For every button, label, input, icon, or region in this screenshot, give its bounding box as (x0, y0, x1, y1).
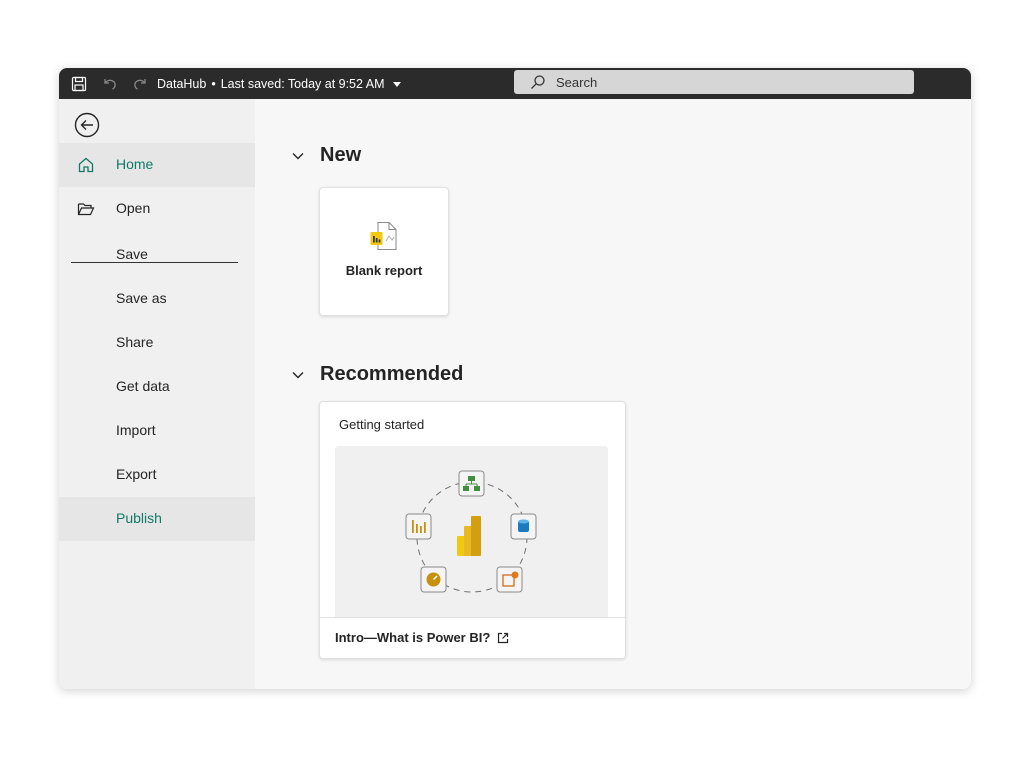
sidebar-item-publish[interactable]: Publish (59, 497, 255, 541)
card-title: Getting started (339, 417, 425, 432)
save-icon[interactable] (70, 75, 88, 93)
sidebar-item-open[interactable]: Open (59, 187, 255, 231)
sidebar-item-home[interactable]: Home (59, 143, 255, 187)
search-box[interactable]: Search (514, 70, 914, 94)
back-button[interactable] (73, 111, 101, 139)
section-recommended-header[interactable]: Recommended (291, 363, 463, 386)
report-document-icon (370, 222, 397, 250)
sidebar-item-import[interactable]: Import (59, 409, 255, 453)
sidebar-item-save[interactable]: Save (59, 233, 255, 277)
database-icon (510, 513, 537, 540)
blank-report-card[interactable]: Blank report (319, 187, 449, 316)
search-icon (531, 75, 545, 89)
power-bi-logo-icon (457, 516, 481, 556)
title-separator: • (211, 77, 216, 91)
add-visual-icon (496, 566, 523, 593)
search-placeholder: Search (556, 74, 598, 90)
title-bar: DataHub • Last saved: Today at 9:52 AM S… (59, 68, 971, 99)
sidebar-item-label: Share (116, 334, 154, 350)
chevron-down-icon (292, 152, 304, 159)
redo-icon[interactable] (131, 75, 149, 93)
sidebar-item-label: Export (116, 466, 157, 482)
getting-started-card[interactable]: Getting started Intro—What is Power BI? (319, 401, 626, 659)
section-new-header[interactable]: New (291, 144, 361, 167)
sidebar-item-save-as[interactable]: Save as (59, 277, 255, 321)
document-title[interactable]: DataHub • Last saved: Today at 9:52 AM (157, 77, 401, 91)
sidebar-item-label: Get data (116, 378, 170, 394)
last-saved-text: Last saved: Today at 9:52 AM (220, 77, 385, 91)
sidebar-item-share[interactable]: Share (59, 321, 255, 365)
app-window: DataHub • Last saved: Today at 9:52 AM S… (59, 68, 971, 689)
sidebar-item-label: Save (116, 246, 148, 262)
sidebar-item-label: Publish (116, 510, 162, 526)
sidebar-item-export[interactable]: Export (59, 453, 255, 497)
document-name: DataHub (157, 77, 207, 91)
chevron-down-icon[interactable] (392, 81, 401, 87)
back-arrow-icon (74, 112, 100, 138)
intro-link[interactable]: Intro—What is Power BI? (335, 630, 509, 645)
sidebar-item-label: Open (116, 200, 151, 216)
section-title: Recommended (320, 363, 464, 385)
main-content: New Blank report Recommended Getting sta… (255, 99, 971, 689)
undo-icon[interactable] (101, 75, 119, 93)
folder-open-icon (77, 203, 95, 216)
sidebar-item-get-data[interactable]: Get data (59, 365, 255, 409)
chevron-down-icon (292, 371, 304, 378)
open-external-icon (498, 632, 509, 643)
card-footer: Intro—What is Power BI? (320, 617, 625, 658)
sidebar-item-label: Home (116, 156, 154, 172)
sidebar-item-label: Import (116, 422, 156, 438)
illustration-graphic (405, 470, 537, 593)
intro-link-text: Intro—What is Power BI? (335, 630, 491, 645)
gauge-icon (420, 566, 447, 593)
backstage-sidebar: Home Open Save Save as Share Get data Im… (59, 99, 255, 689)
blank-report-label: Blank report (345, 263, 423, 278)
home-icon (78, 157, 94, 173)
section-title: New (320, 144, 362, 166)
sidebar-item-label: Save as (116, 290, 167, 306)
bar-chart-icon (405, 513, 432, 540)
hierarchy-icon (458, 470, 485, 497)
getting-started-illustration (335, 446, 608, 618)
